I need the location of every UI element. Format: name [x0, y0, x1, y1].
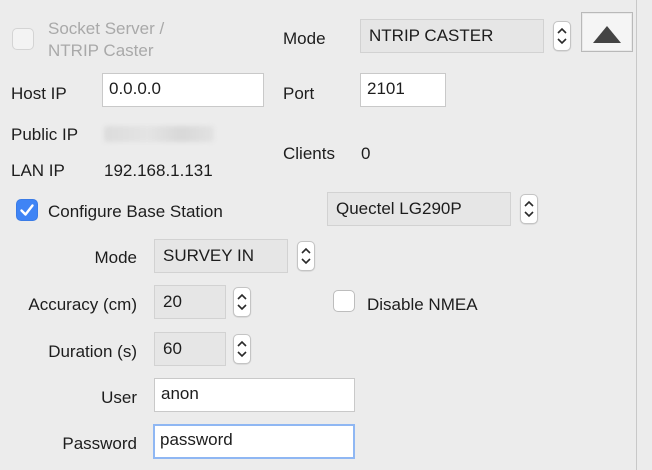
checkmark-icon [20, 204, 34, 216]
accuracy-stepper[interactable] [233, 287, 251, 317]
server-mode-select[interactable]: NTRIP CASTER [360, 19, 544, 53]
clients-value: 0 [361, 144, 371, 163]
port-input[interactable]: 2101 [360, 73, 446, 107]
duration-field[interactable]: 60 [154, 332, 226, 366]
settings-panel: Socket Server / NTRIP Caster Mode NTRIP … [0, 0, 637, 470]
base-mode-label: Mode [94, 248, 137, 267]
socket-server-label-line2: NTRIP Caster [48, 41, 154, 60]
server-mode-stepper[interactable] [553, 21, 571, 51]
base-mode-select[interactable]: SURVEY IN [154, 239, 288, 273]
password-input[interactable]: password [153, 424, 355, 459]
stepper-arrows-icon [237, 340, 247, 358]
triangle-up-icon [593, 26, 621, 43]
lan-ip-value: 192.168.1.131 [104, 161, 213, 180]
configure-base-checkbox[interactable] [16, 199, 38, 221]
lan-ip-label: LAN IP [11, 161, 65, 180]
disable-nmea-label: Disable NMEA [367, 295, 478, 314]
stepper-arrows-icon [301, 247, 311, 265]
stepper-arrows-icon [237, 293, 247, 311]
socket-server-label-line1: Socket Server / [48, 19, 165, 38]
accuracy-label: Accuracy (cm) [28, 295, 137, 314]
duration-label: Duration (s) [48, 342, 137, 361]
user-label: User [101, 388, 137, 407]
server-mode-label: Mode [283, 29, 326, 48]
clients-label: Clients [283, 144, 335, 163]
receiver-select[interactable]: Quectel LG290P [327, 192, 511, 226]
stepper-arrows-icon [524, 200, 534, 218]
public-ip-label: Public IP [11, 125, 79, 144]
host-ip-label: Host IP [11, 84, 67, 103]
base-mode-stepper[interactable] [297, 241, 315, 271]
disable-nmea-checkbox[interactable] [333, 290, 355, 312]
configure-base-label: Configure Base Station [48, 202, 223, 221]
public-ip-value-redacted [104, 126, 214, 142]
password-label: Password [62, 434, 137, 453]
toggle-panel-button[interactable] [581, 12, 633, 52]
socket-server-checkbox[interactable] [12, 28, 34, 50]
port-label: Port [283, 84, 315, 103]
receiver-stepper[interactable] [520, 194, 538, 224]
duration-stepper[interactable] [233, 334, 251, 364]
user-input[interactable]: anon [154, 378, 355, 412]
stepper-arrows-icon [557, 27, 567, 45]
accuracy-field[interactable]: 20 [154, 285, 226, 319]
host-ip-input[interactable]: 0.0.0.0 [102, 73, 264, 107]
